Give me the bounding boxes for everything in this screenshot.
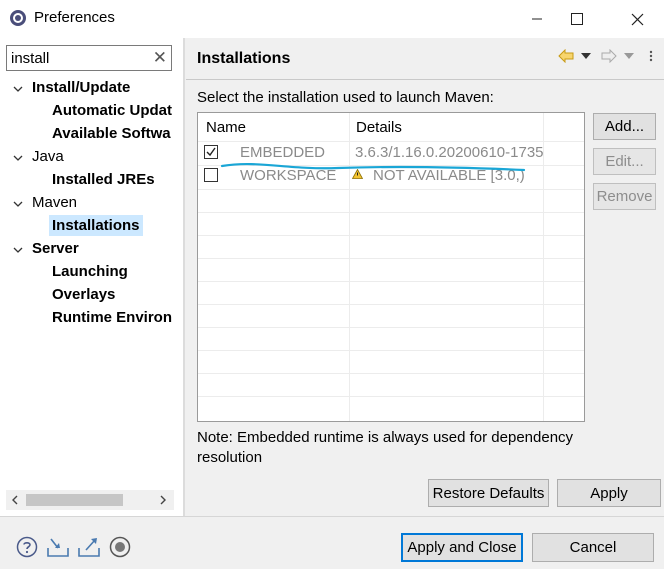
footer-separator xyxy=(0,516,664,517)
forward-arrow-icon[interactable] xyxy=(601,49,617,63)
tree-item-installed-jres[interactable]: Installed JREs xyxy=(52,171,155,188)
remove-button[interactable]: Remove xyxy=(593,183,656,210)
scroll-right-icon[interactable] xyxy=(158,495,168,505)
chevron-down-icon[interactable] xyxy=(12,152,24,164)
checkbox-unchecked-icon[interactable] xyxy=(204,168,218,182)
horizontal-scrollbar[interactable] xyxy=(6,490,174,510)
chevron-down-icon[interactable] xyxy=(12,198,24,210)
header-separator xyxy=(186,79,664,80)
tree-item-overlays[interactable]: Overlays xyxy=(52,286,115,303)
import-icon[interactable] xyxy=(46,536,70,558)
column-header-name[interactable]: Name xyxy=(206,119,246,136)
clear-x-icon[interactable]: ✕ xyxy=(153,48,167,68)
tree-item-maven[interactable]: Maven xyxy=(32,194,77,211)
help-icon[interactable] xyxy=(16,536,38,558)
scrollbar-thumb[interactable] xyxy=(26,494,123,506)
dropdown-icon[interactable] xyxy=(581,53,591,59)
filter-input[interactable]: install ✕ xyxy=(6,45,172,71)
export-icon[interactable] xyxy=(77,536,101,558)
preferences-tree: Install/Update Automatic Updat Available… xyxy=(0,75,177,485)
apply-button[interactable]: Apply xyxy=(557,479,661,507)
tree-item-install-update[interactable]: Install/Update xyxy=(32,79,130,96)
minimize-icon xyxy=(532,18,542,20)
chevron-down-icon[interactable] xyxy=(12,244,24,256)
tree-item-server[interactable]: Server xyxy=(32,240,79,257)
column-header-details[interactable]: Details xyxy=(356,119,402,136)
page-title: Installations xyxy=(197,50,291,67)
maximize-icon xyxy=(571,13,583,25)
add-button[interactable]: Add... xyxy=(593,113,656,140)
back-arrow-icon[interactable] xyxy=(558,49,574,63)
tree-item-launching[interactable]: Launching xyxy=(52,263,128,280)
dropdown-icon[interactable] xyxy=(624,53,634,59)
tree-item-java[interactable]: Java xyxy=(32,148,64,165)
annotation-underline xyxy=(220,162,526,172)
restore-defaults-button[interactable]: Restore Defaults xyxy=(428,479,549,507)
page-description: Select the installation used to launch M… xyxy=(197,89,494,106)
tree-item-available-software[interactable]: Available Softwa xyxy=(52,125,171,142)
embedded-runtime-note: Note: Embedded runtime is always used fo… xyxy=(197,429,574,466)
cancel-button[interactable]: Cancel xyxy=(532,533,654,562)
tree-item-automatic-updates[interactable]: Automatic Updat xyxy=(52,102,172,119)
pane-divider[interactable] xyxy=(183,38,185,516)
close-icon xyxy=(631,13,643,25)
maximize-button[interactable] xyxy=(554,0,600,38)
tree-item-runtime-environments[interactable]: Runtime Environ xyxy=(52,309,172,326)
filter-input-text[interactable]: install xyxy=(11,50,49,67)
close-button[interactable] xyxy=(614,0,660,38)
tree-item-installations[interactable]: Installations xyxy=(49,215,143,236)
checkbox-checked-icon[interactable] xyxy=(204,145,218,159)
record-icon[interactable] xyxy=(109,536,131,558)
chevron-down-icon[interactable] xyxy=(12,83,24,95)
window-title: Preferences xyxy=(34,9,115,26)
view-menu-icon[interactable] xyxy=(644,49,658,63)
scroll-left-icon[interactable] xyxy=(10,495,20,505)
edit-button[interactable]: Edit... xyxy=(593,148,656,175)
apply-and-close-button[interactable]: Apply and Close xyxy=(401,533,523,562)
eclipse-gear-icon xyxy=(10,10,26,26)
